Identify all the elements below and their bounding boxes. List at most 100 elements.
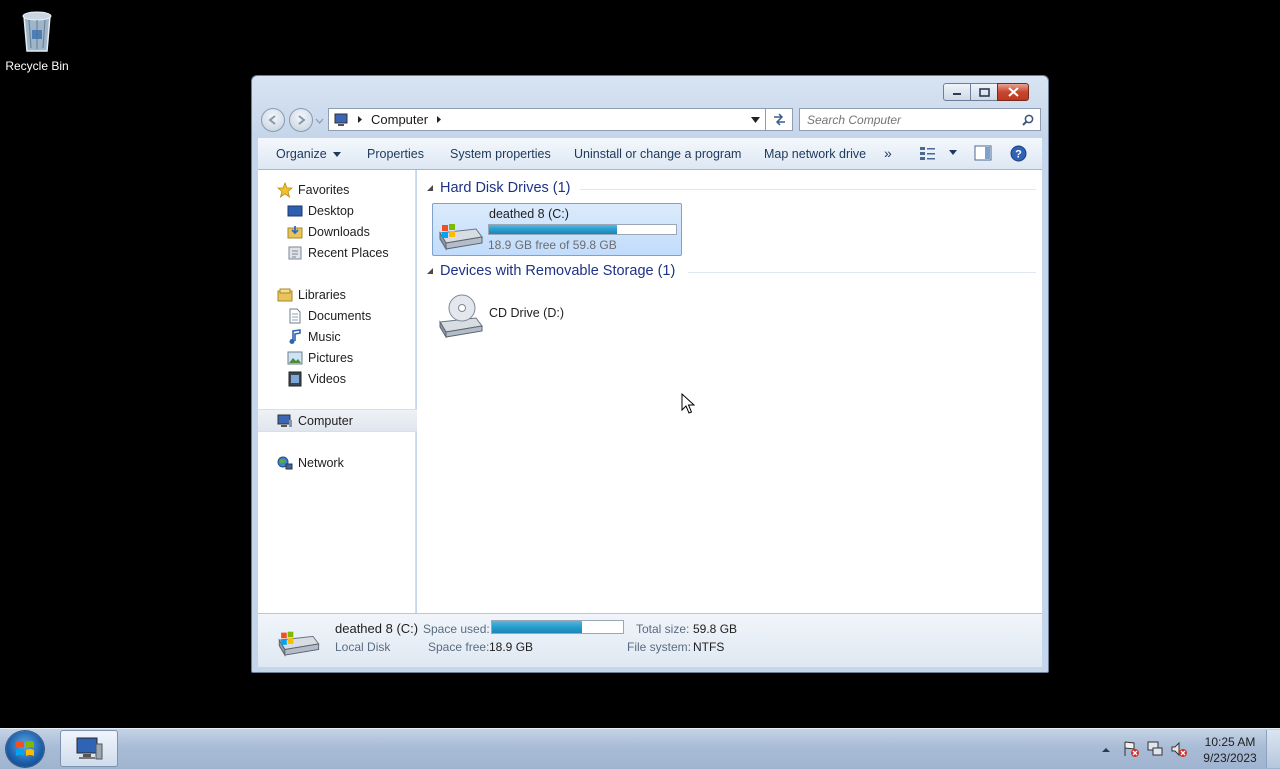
collapse-triangle-icon <box>427 185 433 191</box>
nav-downloads-label: Downloads <box>308 224 370 239</box>
volume-tray-icon[interactable] <box>1170 740 1188 761</box>
star-icon <box>277 181 293 198</box>
search-input[interactable] <box>800 111 1019 128</box>
maximize-button[interactable] <box>970 83 998 101</box>
desktop-icon <box>287 203 303 219</box>
drive-d-tile[interactable]: CD Drive (D:) <box>434 290 564 338</box>
details-total-size-value: 59.8 GB <box>693 622 738 636</box>
nav-downloads[interactable]: Downloads <box>258 221 443 242</box>
details-drive-icon <box>275 627 321 660</box>
map-network-drive-button[interactable]: Map network drive <box>764 147 866 161</box>
chevron-up-icon <box>1102 748 1110 752</box>
windows-logo-icon <box>16 741 34 756</box>
cd-drive-icon <box>439 294 483 338</box>
minimize-button[interactable] <box>943 83 971 101</box>
details-type: Local Disk <box>335 640 391 654</box>
nav-network-label: Network <box>298 455 344 470</box>
uninstall-program-button[interactable]: Uninstall or change a program <box>574 147 741 161</box>
minimize-icon <box>953 93 961 95</box>
more-commands-button[interactable]: » <box>884 145 892 161</box>
nav-videos[interactable]: Videos <box>258 368 443 389</box>
group-hard-disk-title: Hard Disk Drives (1) <box>440 180 571 196</box>
preview-pane-button[interactable] <box>974 145 992 164</box>
recycle-bin-icon <box>22 11 52 52</box>
search-icon[interactable] <box>1022 114 1034 126</box>
nav-pictures-label: Pictures <box>308 350 354 365</box>
svg-text:?: ? <box>1015 149 1022 161</box>
nav-desktop-label: Desktop <box>308 203 354 218</box>
taskbar-explorer-button[interactable] <box>60 730 118 767</box>
nav-pictures[interactable]: Pictures <box>258 347 443 368</box>
help-button[interactable]: ? <box>1010 145 1027 165</box>
forward-arrow-icon <box>298 115 306 125</box>
taskbar <box>0 728 1280 769</box>
nav-recent-places-label: Recent Places <box>308 245 389 260</box>
nav-documents-label: Documents <box>308 308 372 323</box>
chevron-down-icon <box>315 118 324 124</box>
computer-icon <box>277 413 293 429</box>
nav-computer[interactable]: Computer <box>258 409 433 432</box>
navigation-tree: Favorites Desktop Downloads Recent Place… <box>258 170 433 613</box>
details-space-used-label: Space used: <box>423 622 490 636</box>
flag-warning-icon <box>1124 741 1139 757</box>
chevron-down-icon[interactable] <box>949 150 958 156</box>
drive-c-usage-bar <box>488 224 677 235</box>
show-hidden-icons-button[interactable] <box>1101 743 1111 757</box>
videos-icon <box>287 371 303 387</box>
back-arrow-icon <box>268 115 276 125</box>
group-removable-title: Devices with Removable Storage (1) <box>440 263 676 279</box>
taskbar-clock[interactable]: 10:25 AM 9/23/2023 <box>1198 734 1262 766</box>
nav-libraries-label: Libraries <box>298 287 346 302</box>
show-desktop-button[interactable] <box>1266 730 1280 768</box>
breadcrumb-computer[interactable]: Computer <box>371 112 428 127</box>
nav-documents[interactable]: Documents <box>258 305 443 326</box>
close-button[interactable] <box>997 83 1029 101</box>
network-status-icon <box>1147 741 1163 756</box>
recycle-bin-desktop-icon[interactable]: Recycle Bin <box>4 6 70 73</box>
group-divider <box>688 272 1036 273</box>
nav-favorites-label: Favorites <box>298 182 350 197</box>
music-icon <box>287 328 303 345</box>
details-name: deathed 8 (C:) <box>335 621 419 636</box>
address-dropdown-icon[interactable] <box>751 116 760 123</box>
hard-drive-icon <box>436 219 484 254</box>
nav-recent-places[interactable]: Recent Places <box>258 242 443 263</box>
mouse-cursor-icon <box>681 393 695 414</box>
system-properties-button[interactable]: System properties <box>450 147 551 161</box>
recent-pages-dropdown[interactable] <box>315 114 324 128</box>
details-file-system-label: File system: <box>627 640 692 654</box>
nav-libraries[interactable]: Libraries <box>258 284 433 305</box>
change-view-button[interactable] <box>919 145 958 161</box>
preview-pane-icon <box>974 145 992 161</box>
refresh-icon <box>773 113 785 126</box>
nav-videos-label: Videos <box>308 371 346 386</box>
group-hard-disk-drives[interactable]: Hard Disk Drives (1) <box>426 180 571 196</box>
nav-network[interactable]: Network <box>258 452 433 473</box>
address-bar[interactable]: Computer <box>328 108 766 131</box>
nav-computer-label: Computer <box>298 413 353 428</box>
breadcrumb-arrow-icon <box>358 116 362 123</box>
refresh-button[interactable] <box>766 108 793 131</box>
organize-menu[interactable]: Organize <box>276 147 342 161</box>
collapse-triangle-icon <box>427 268 433 274</box>
downloads-folder-icon <box>287 224 303 240</box>
search-box[interactable] <box>799 108 1041 131</box>
group-removable-storage[interactable]: Devices with Removable Storage (1) <box>426 263 675 279</box>
help-icon: ? <box>1010 145 1027 162</box>
forward-button[interactable] <box>289 108 313 132</box>
clock-date: 9/23/2023 <box>1203 751 1257 765</box>
action-center-tray-icon[interactable] <box>1122 740 1140 761</box>
start-button[interactable] <box>6 731 44 767</box>
pictures-icon <box>287 350 303 366</box>
drive-d-name: CD Drive (D:) <box>489 306 564 320</box>
recycle-bin-label: Recycle Bin <box>5 59 69 73</box>
back-button[interactable] <box>261 108 285 132</box>
nav-desktop[interactable]: Desktop <box>258 200 443 221</box>
chevron-down-icon <box>333 152 342 157</box>
nav-favorites[interactable]: Favorites <box>258 179 433 200</box>
view-options-icon <box>920 147 935 160</box>
network-tray-icon[interactable] <box>1146 740 1164 761</box>
nav-music[interactable]: Music <box>258 326 443 347</box>
documents-icon <box>287 308 303 324</box>
properties-button[interactable]: Properties <box>367 147 424 161</box>
